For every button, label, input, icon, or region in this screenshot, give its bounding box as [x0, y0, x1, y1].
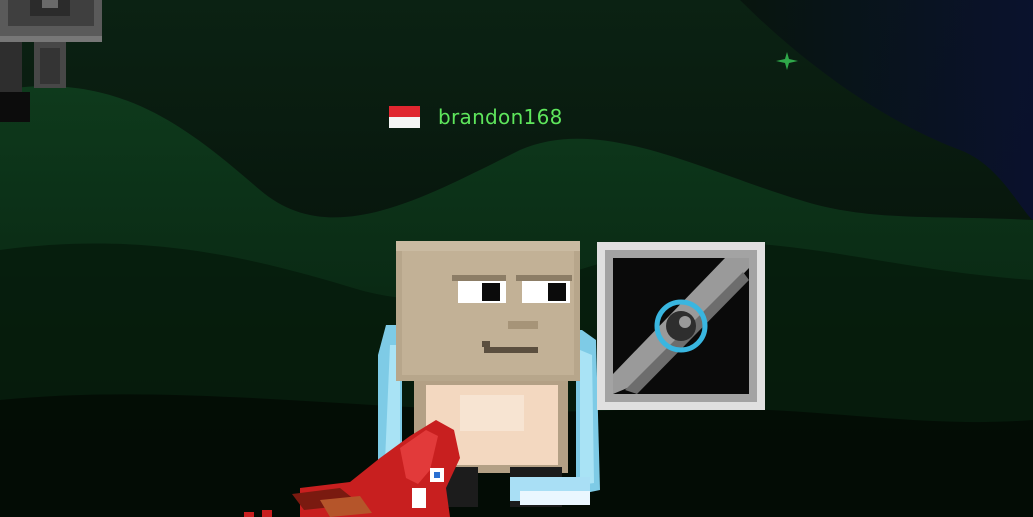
sign-post-icon[interactable]: [0, 0, 110, 125]
player-nametag[interactable]: brandon168: [389, 104, 563, 130]
red-dragon-pet-icon[interactable]: [240, 418, 480, 517]
player-name: brandon168: [438, 105, 563, 129]
green-star-icon: [776, 52, 798, 70]
game-world[interactable]: brandon168: [0, 0, 1033, 517]
steel-lock-block-icon[interactable]: [597, 242, 765, 410]
country-flag-icon: [389, 106, 420, 128]
